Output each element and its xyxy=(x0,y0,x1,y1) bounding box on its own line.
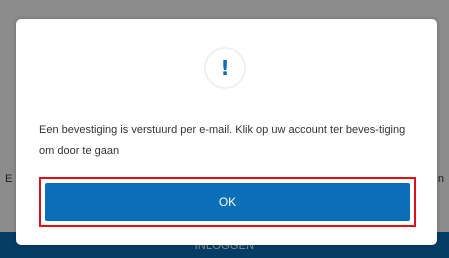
confirmation-dialog: ! Een bevestiging is verstuurd per e-mai… xyxy=(16,19,437,245)
exclamation-icon: ! xyxy=(204,47,246,89)
dialog-message: Een bevestiging is verstuurd per e-mail.… xyxy=(39,124,406,157)
ok-button-highlight: OK xyxy=(39,177,416,227)
ok-button[interactable]: OK xyxy=(45,183,410,221)
exclamation-glyph: ! xyxy=(220,56,230,80)
